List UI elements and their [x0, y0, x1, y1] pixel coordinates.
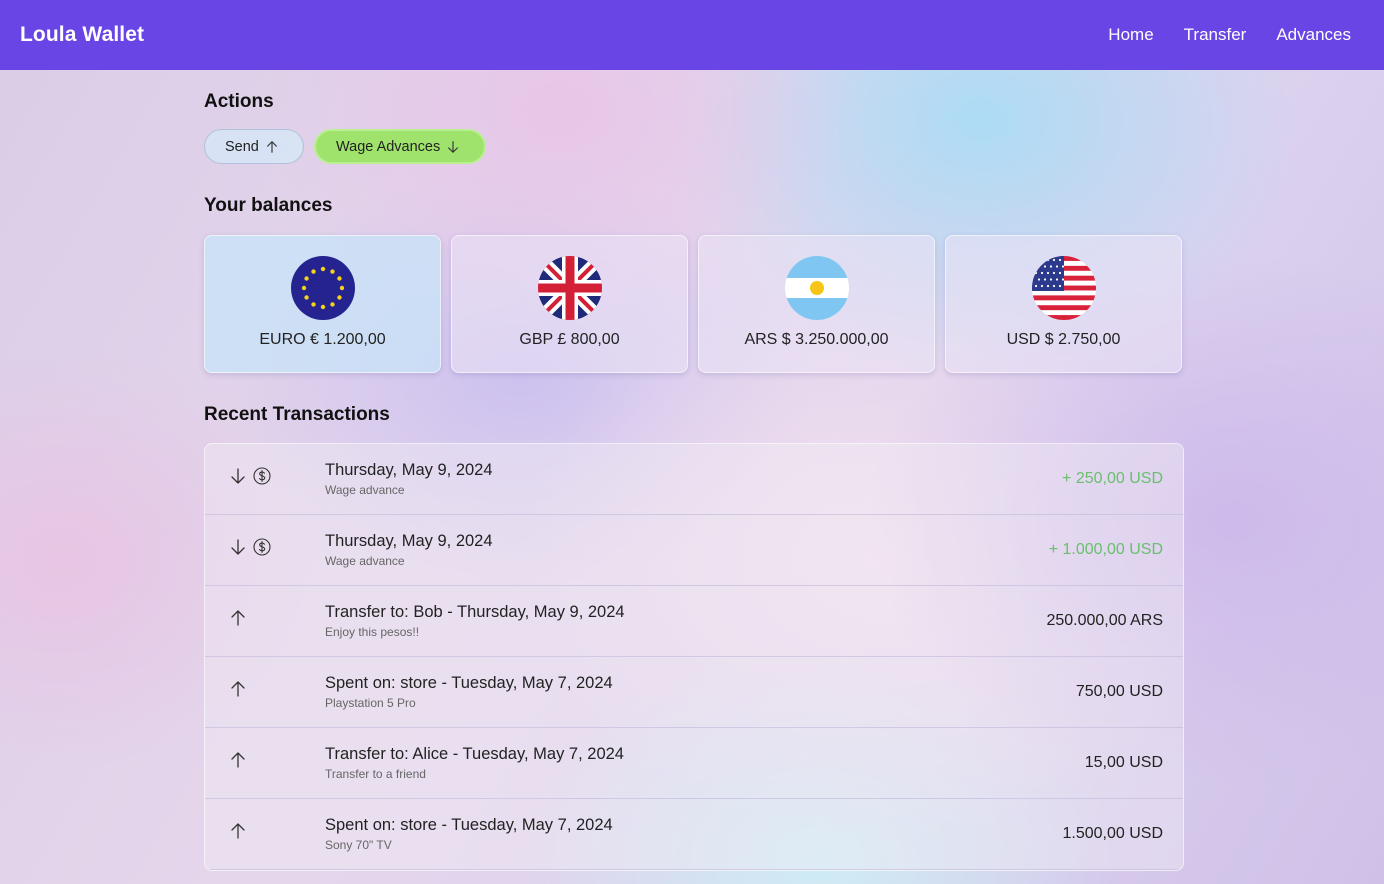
- arrow-down-icon: [231, 539, 245, 555]
- brand-title[interactable]: Loula Wallet: [20, 23, 144, 47]
- arrow-up-icon: [231, 681, 245, 697]
- top-navbar: Loula Wallet Home Transfer Advances: [0, 0, 1384, 70]
- transaction-row[interactable]: Thursday, May 9, 2024 Wage advance + 250,0…: [205, 444, 1183, 515]
- balance-card-eur[interactable]: EURO € 1.200,00: [204, 235, 441, 373]
- eu-flag-icon: [290, 256, 355, 320]
- balance-card-usd[interactable]: USD $ 2.750,00: [945, 235, 1182, 373]
- transaction-details: Spent on: store - Tuesday, May 7, 2024 Pl…: [325, 674, 613, 710]
- transaction-title: Spent on: store - Tuesday, May 7, 2024: [325, 674, 613, 692]
- balance-label: GBP £ 800,00: [519, 331, 620, 348]
- nav-links: Home Transfer Advances: [1108, 25, 1351, 45]
- transaction-details: Transfer to: Bob - Thursday, May 9, 2024…: [325, 603, 625, 639]
- wage-advances-button[interactable]: Wage Advances: [314, 129, 486, 164]
- balance-card-ars[interactable]: ARS $ 3.250.000,00: [698, 235, 935, 373]
- transaction-details: Thursday, May 9, 2024 Wage advance: [325, 532, 493, 568]
- transaction-icons: [229, 822, 247, 840]
- transaction-icons: [229, 467, 271, 485]
- transaction-icons: [229, 538, 271, 556]
- transaction-amount: + 1.000,00 USD: [1048, 541, 1163, 558]
- dollar-coin-icon: [253, 467, 271, 485]
- transaction-note: Wage advance: [325, 554, 405, 568]
- transaction-title: Transfer to: Alice - Tuesday, May 7, 202…: [325, 745, 624, 763]
- transaction-amount: 750,00 USD: [1075, 683, 1163, 700]
- transaction-title: Transfer to: Bob - Thursday, May 9, 2024: [325, 603, 625, 621]
- nav-link-home[interactable]: Home: [1108, 25, 1153, 45]
- transaction-amount: + 250,00 USD: [1062, 470, 1163, 487]
- send-button[interactable]: Send: [204, 129, 304, 164]
- transaction-row[interactable]: Thursday, May 9, 2024 Wage advance + 1.000…: [205, 515, 1183, 586]
- argentina-flag-icon: [784, 256, 849, 320]
- balances-heading: Your balances: [204, 195, 333, 216]
- transaction-row[interactable]: Spent on: store - Tuesday, May 7, 2024 So…: [205, 799, 1183, 870]
- actions-heading: Actions: [204, 91, 274, 112]
- arrow-up-icon: [231, 823, 245, 839]
- transaction-title: Spent on: store - Tuesday, May 7, 2024: [325, 816, 613, 834]
- nav-link-transfer[interactable]: Transfer: [1184, 25, 1247, 45]
- transaction-note: Transfer to a friend: [325, 767, 426, 781]
- transaction-row[interactable]: Transfer to: Bob - Thursday, May 9, 2024…: [205, 586, 1183, 657]
- transaction-amount: 250.000,00 ARS: [1046, 612, 1163, 629]
- transaction-details: Transfer to: Alice - Tuesday, May 7, 202…: [325, 745, 624, 781]
- nav-link-advances[interactable]: Advances: [1276, 25, 1351, 45]
- transactions-list: Thursday, May 9, 2024 Wage advance + 250,0…: [204, 443, 1184, 871]
- transaction-title: Thursday, May 9, 2024: [325, 461, 493, 479]
- wage-advances-button-label: Wage Advances: [336, 138, 441, 155]
- arrow-down-icon: [448, 140, 459, 153]
- transactions-heading: Recent Transactions: [204, 404, 390, 425]
- transaction-details: Spent on: store - Tuesday, May 7, 2024 So…: [325, 816, 613, 852]
- transaction-amount: 1.500,00 USD: [1062, 825, 1163, 842]
- send-button-label: Send: [225, 138, 259, 155]
- uk-flag-icon: [537, 256, 602, 320]
- transaction-details: Thursday, May 9, 2024 Wage advance: [325, 461, 493, 497]
- balance-label: EURO € 1.200,00: [259, 331, 386, 348]
- arrow-down-icon: [231, 468, 245, 484]
- transaction-icons: [229, 751, 247, 769]
- balance-card-gbp[interactable]: GBP £ 800,00: [451, 235, 688, 373]
- transaction-icons: [229, 609, 247, 627]
- usa-flag-icon: [1031, 256, 1096, 320]
- transaction-note: Sony 70" TV: [325, 838, 392, 852]
- transaction-row[interactable]: Spent on: store - Tuesday, May 7, 2024 Pl…: [205, 657, 1183, 728]
- balance-label: USD $ 2.750,00: [1006, 331, 1121, 348]
- arrow-up-icon: [231, 610, 245, 626]
- actions-bar: Send Wage Advances: [204, 129, 486, 164]
- transaction-note: Enjoy this pesos!!: [325, 625, 420, 639]
- balance-label: ARS $ 3.250.000,00: [744, 331, 889, 348]
- arrow-up-icon: [231, 752, 245, 768]
- transaction-note: Wage advance: [325, 483, 405, 497]
- transaction-row[interactable]: Transfer to: Alice - Tuesday, May 7, 202…: [205, 728, 1183, 799]
- dollar-coin-icon: [253, 538, 271, 556]
- arrow-up-icon: [266, 140, 277, 153]
- transaction-note: Playstation 5 Pro: [325, 696, 416, 710]
- transaction-amount: 15,00 USD: [1084, 754, 1163, 771]
- transaction-title: Thursday, May 9, 2024: [325, 532, 493, 550]
- balances-grid: EURO € 1.200,00 GBP £ 800,00 ARS $ 3.250…: [204, 235, 1182, 373]
- transaction-icons: [229, 680, 247, 698]
